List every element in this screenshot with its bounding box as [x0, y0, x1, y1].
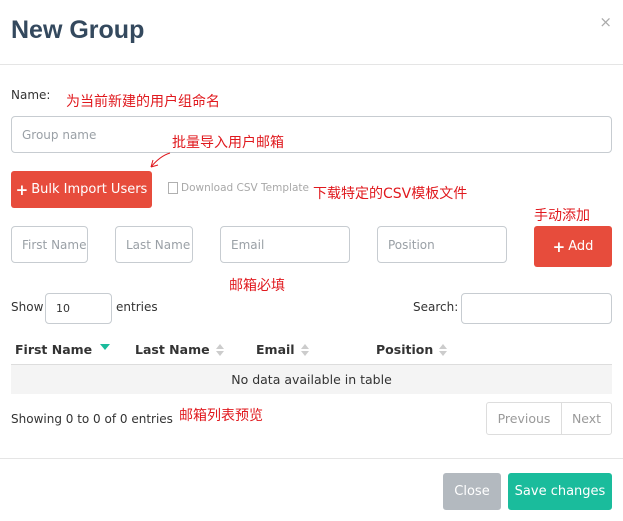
annotation-table: 邮箱列表预览 [179, 408, 263, 424]
last-name-input[interactable]: Last Name [115, 226, 193, 263]
document-icon [168, 182, 178, 194]
entries-label: entries [116, 300, 158, 314]
first-name-input[interactable]: First Name [11, 226, 88, 263]
arrow-annotation-icon [150, 152, 171, 168]
annotation-name: 为当前新建的用户组命名 [66, 94, 220, 110]
table-empty-row: No data available in table [11, 365, 612, 394]
sort-icon [300, 343, 310, 356]
save-changes-button[interactable]: Save changes [508, 473, 612, 510]
column-label: Email [256, 342, 295, 357]
close-icon[interactable]: × [599, 13, 612, 31]
close-button[interactable]: Close [443, 473, 501, 510]
column-header-email[interactable]: Email [256, 342, 310, 357]
column-header-last-name[interactable]: Last Name [135, 342, 225, 357]
next-button[interactable]: Next [561, 402, 612, 435]
annotation-csv: 下载特定的CSV模板文件 [313, 186, 468, 202]
modal-title: New Group [11, 16, 145, 44]
annotation-bulk: 批量导入用户邮箱 [172, 135, 284, 151]
position-input[interactable]: Position [377, 226, 507, 263]
column-header-first-name[interactable]: First Name [15, 342, 111, 357]
bulk-import-button[interactable]: + Bulk Import Users [11, 171, 152, 208]
sort-icon [215, 343, 225, 356]
plus-icon: + [15, 180, 29, 199]
search-label: Search: [413, 300, 459, 314]
add-button[interactable]: + Add [534, 226, 612, 267]
footer-divider [0, 458, 623, 459]
sort-icon [439, 343, 448, 356]
column-label: Last Name [135, 342, 210, 357]
header-divider [0, 64, 623, 65]
column-label: First Name [15, 342, 93, 357]
annotation-add: 手动添加 [534, 208, 590, 224]
download-csv-label: Download CSV Template [181, 182, 309, 194]
bulk-import-label: Bulk Import Users [31, 182, 148, 197]
annotation-email: 邮箱必填 [229, 278, 285, 294]
add-label: Add [568, 239, 594, 254]
column-header-position[interactable]: Position [376, 342, 448, 357]
search-input[interactable] [461, 293, 612, 324]
sort-desc-icon [100, 343, 111, 350]
entries-select[interactable]: 10 [45, 293, 112, 324]
table-info: Showing 0 to 0 of 0 entries [11, 412, 173, 426]
plus-icon: + [552, 237, 566, 256]
group-name-input[interactable]: Group name [11, 116, 612, 153]
new-group-modal: New Group × Name: 为当前新建的用户组命名 Group name… [0, 0, 623, 521]
name-label: Name: [11, 88, 51, 102]
download-csv-link[interactable]: Download CSV Template [168, 182, 309, 194]
show-label: Show [11, 300, 44, 314]
previous-button[interactable]: Previous [486, 402, 562, 435]
email-input[interactable]: Email [220, 226, 350, 263]
column-label: Position [376, 342, 434, 357]
